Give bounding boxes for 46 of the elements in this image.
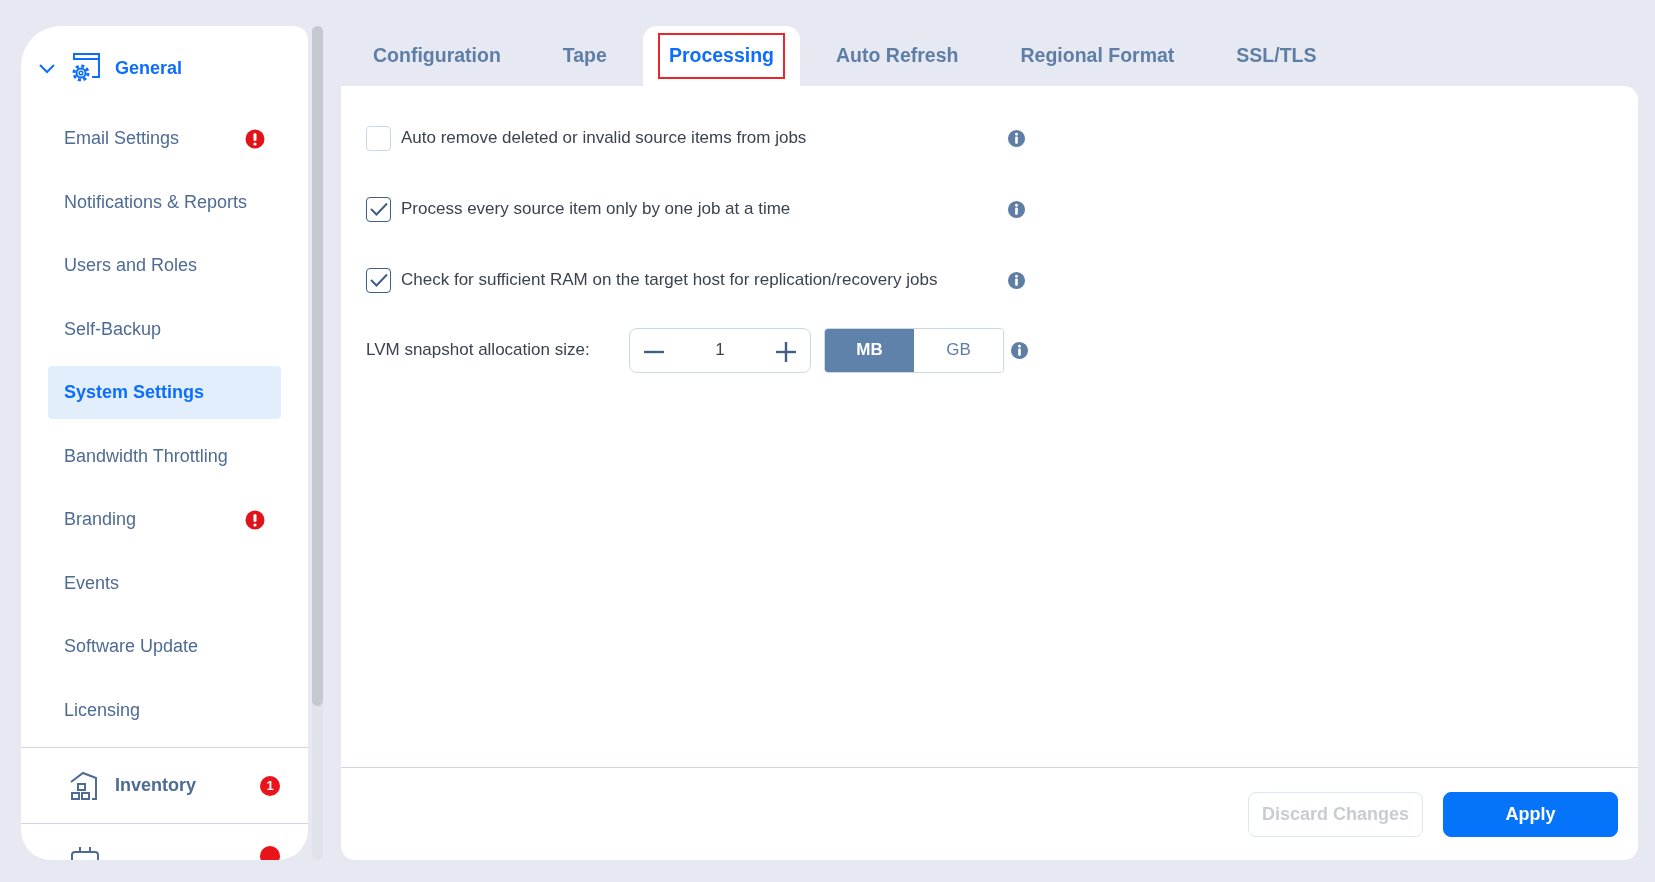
field-label: LVM snapshot allocation size: — [366, 339, 591, 362]
option-label: Auto remove deleted or invalid source items from jobs — [401, 127, 808, 150]
item-label: Notifications & Reports — [64, 190, 248, 214]
sidebar-item[interactable]: Software Update — [48, 620, 281, 673]
item-label: Software Update — [64, 635, 199, 658]
item-label: Events — [64, 571, 120, 595]
sidebar-item[interactable]: Notifications & Reports — [48, 175, 281, 229]
plus-icon — [776, 341, 796, 362]
number-stepper[interactable]: 1 — [629, 327, 811, 373]
item-label: Email Settings — [64, 127, 180, 150]
value-text: 1 — [715, 339, 725, 362]
tab[interactable]: Configuration — [347, 26, 527, 86]
section-title[interactable]: General — [115, 54, 183, 82]
sidebar-item[interactable]: Bandwidth Throttling — [48, 429, 281, 483]
item-label: Branding — [64, 508, 137, 531]
tab[interactable]: Regional Format — [994, 26, 1201, 86]
sidebar-item[interactable]: Users and Roles — [48, 239, 281, 292]
item-label: System Settings — [64, 381, 205, 404]
count-badge: 1 — [260, 775, 280, 796]
sidebar-item[interactable]: System Settings — [48, 366, 281, 419]
tab[interactable]: SSL/TLS — [1210, 26, 1343, 86]
info-icon[interactable] — [1007, 270, 1026, 290]
info-icon[interactable] — [1007, 128, 1026, 148]
option-label: Check for sufficient RAM on the target host for replication/recovery jobs — [401, 269, 939, 292]
item-label: Self-Backup — [64, 317, 162, 341]
checkbox[interactable] — [366, 196, 391, 222]
sidebar-item[interactable]: Email Settings — [48, 112, 281, 165]
item-label: Users and Roles — [64, 254, 198, 277]
section-title[interactable]: Inventory — [115, 772, 246, 799]
tab[interactable]: Processing — [642, 26, 801, 86]
scrollbar-thumb[interactable] — [312, 26, 323, 706]
item-label: Licensing — [64, 698, 141, 722]
sidebar-item[interactable]: Licensing — [48, 683, 281, 737]
checkbox[interactable] — [366, 267, 391, 293]
info-icon[interactable] — [1007, 199, 1026, 219]
sidebar-item[interactable]: Branding — [48, 493, 281, 546]
item-label: Bandwidth Throttling — [64, 444, 228, 468]
apply-button[interactable]: Apply — [1443, 791, 1618, 837]
tab[interactable]: Tape — [536, 26, 633, 86]
minus-icon — [644, 349, 664, 354]
unit-toggle[interactable]: MB — [825, 328, 914, 372]
option-label: Process every source item only by one job at a time — [401, 198, 792, 221]
sidebar-item[interactable]: Self-Backup — [48, 302, 281, 356]
sidebar-item[interactable]: Events — [48, 556, 281, 610]
tab[interactable]: Auto Refresh — [810, 26, 985, 86]
info-icon[interactable] — [1010, 340, 1029, 360]
